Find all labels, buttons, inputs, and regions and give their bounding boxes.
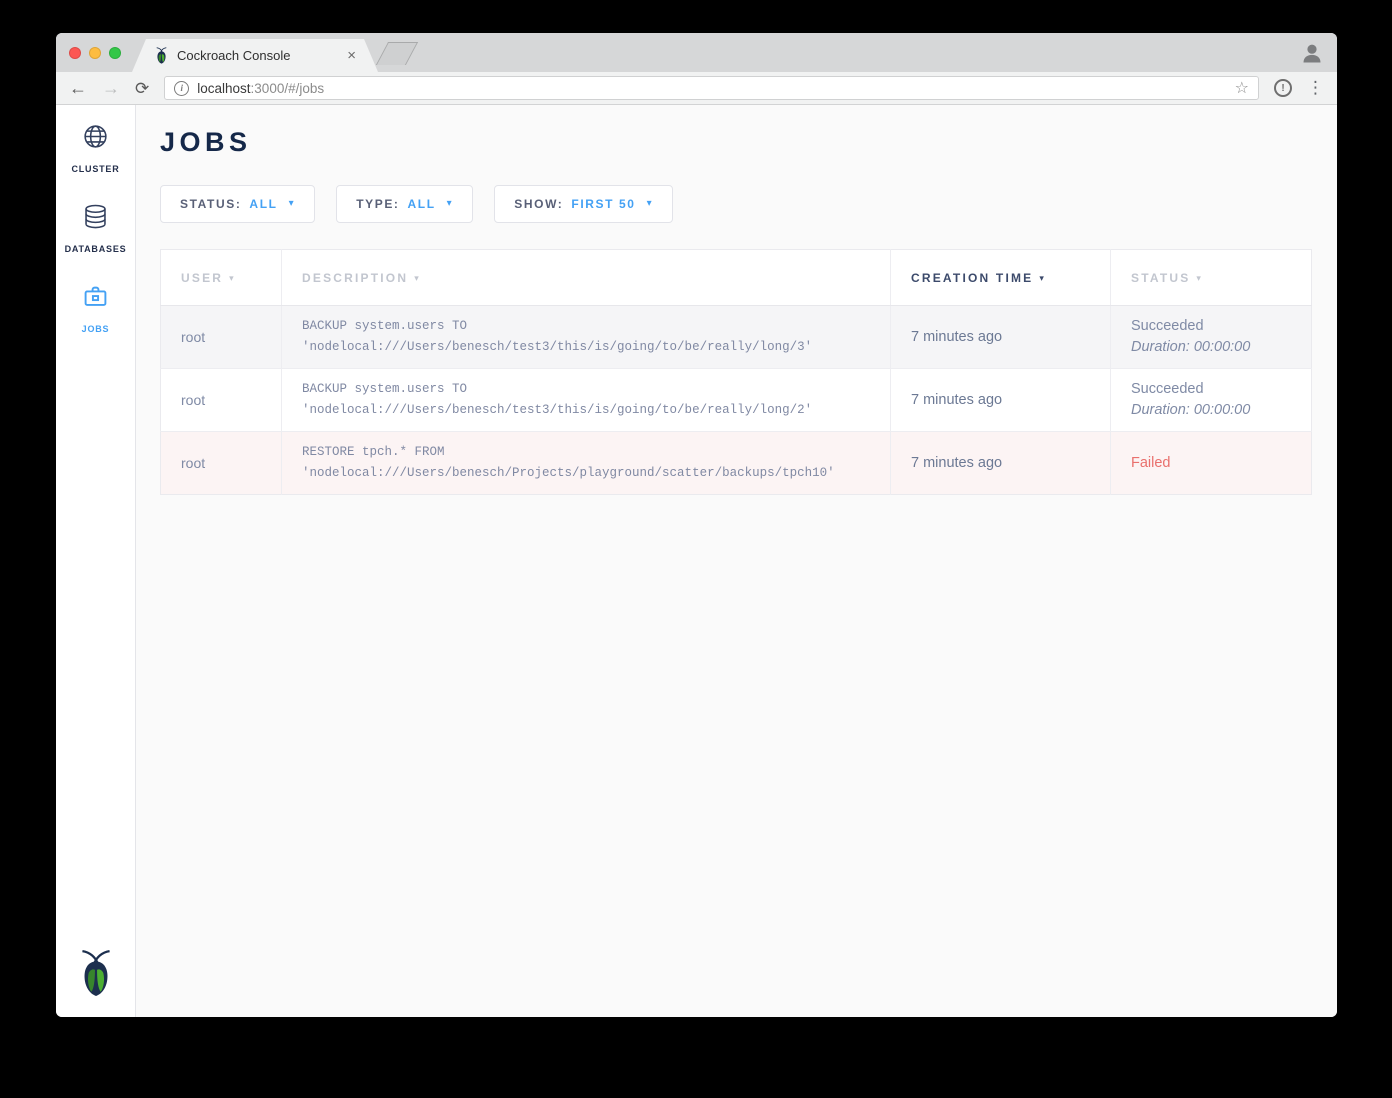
browser-menu-icon[interactable]: ⋮: [1307, 78, 1324, 98]
column-header-user[interactable]: USER▾: [161, 250, 282, 306]
job-creation-time: 7 minutes ago: [891, 306, 1111, 369]
close-tab-icon[interactable]: ×: [347, 48, 356, 63]
sidebar-item-label: JOBS: [82, 324, 110, 334]
column-header-description[interactable]: DESCRIPTION▾: [282, 250, 891, 306]
job-creation-time: 7 minutes ago: [891, 432, 1111, 495]
url-host: localhost: [197, 81, 250, 96]
status-label: Succeeded: [1131, 316, 1311, 337]
sidebar-item-cluster[interactable]: CLUSTER: [56, 123, 135, 203]
status-label: Failed: [1131, 453, 1311, 474]
briefcase-icon: [82, 283, 109, 315]
filter-value: FIRST 50: [571, 197, 635, 211]
job-description: BACKUP system.users TO 'nodelocal:///Use…: [282, 306, 891, 369]
sort-arrow-icon: ▾: [414, 273, 421, 283]
url-path: :3000/#/jobs: [251, 81, 325, 96]
extension-icon[interactable]: !: [1274, 79, 1292, 97]
chevron-down-icon: ▾: [289, 198, 296, 209]
status-label: Succeeded: [1131, 379, 1311, 400]
cockroach-logo-icon: [77, 949, 115, 1002]
column-header-creation-time[interactable]: CREATION TIME▾: [891, 250, 1111, 306]
job-status: Succeeded Duration: 00:00:00: [1111, 306, 1312, 369]
table-row: root BACKUP system.users TO 'nodelocal:/…: [161, 369, 1312, 432]
forward-icon: →: [102, 79, 120, 97]
sidebar: CLUSTER DATABASES: [56, 105, 136, 1017]
browser-toolbar: ← → ⟳ i localhost:3000/#/jobs ☆ ! ⋮: [56, 72, 1337, 105]
sort-arrow-icon: ▾: [1039, 273, 1046, 283]
tab-title: Cockroach Console: [177, 48, 339, 63]
sidebar-item-label: CLUSTER: [71, 164, 119, 174]
show-filter-dropdown[interactable]: SHOW: FIRST 50 ▾: [494, 185, 673, 223]
minimize-window-button[interactable]: [89, 47, 101, 59]
page-info-icon[interactable]: i: [174, 81, 189, 96]
job-user: root: [161, 432, 282, 495]
globe-icon: [82, 123, 109, 155]
column-header-status[interactable]: STATUS▾: [1111, 250, 1312, 306]
filter-value: ALL: [249, 197, 277, 211]
job-status: Succeeded Duration: 00:00:00: [1111, 369, 1312, 432]
zoom-window-button[interactable]: [109, 47, 121, 59]
sidebar-item-label: DATABASES: [65, 244, 127, 254]
sidebar-item-jobs[interactable]: JOBS: [56, 283, 135, 363]
chevron-down-icon: ▾: [647, 198, 654, 209]
filter-value: ALL: [408, 197, 436, 211]
sidebar-item-databases[interactable]: DATABASES: [56, 203, 135, 283]
filter-label: TYPE:: [356, 197, 399, 211]
chevron-down-icon: ▾: [447, 198, 454, 209]
browser-window: Cockroach Console × ← → ⟳ i localhost:30…: [56, 33, 1337, 1017]
page-title: JOBS: [160, 127, 1311, 158]
reload-icon[interactable]: ⟳: [135, 80, 149, 97]
tab-strip: Cockroach Console ×: [56, 33, 1337, 72]
type-filter-dropdown[interactable]: TYPE: ALL ▾: [336, 185, 473, 223]
close-window-button[interactable]: [69, 47, 81, 59]
favicon-cockroach-icon: [154, 47, 169, 64]
job-creation-time: 7 minutes ago: [891, 369, 1111, 432]
sort-arrow-icon: ▾: [1196, 273, 1203, 283]
traffic-lights: [69, 47, 121, 59]
job-description: BACKUP system.users TO 'nodelocal:///Use…: [282, 369, 891, 432]
job-user: root: [161, 306, 282, 369]
profile-avatar-icon[interactable]: [1300, 41, 1324, 65]
job-description: RESTORE tpch.* FROM 'nodelocal:///Users/…: [282, 432, 891, 495]
filter-bar: STATUS: ALL ▾ TYPE: ALL ▾ SHOW: FIRST 50…: [160, 185, 1311, 223]
jobs-page: JOBS STATUS: ALL ▾ TYPE: ALL ▾ SHOW: FIR…: [136, 105, 1337, 1017]
job-user: root: [161, 369, 282, 432]
back-icon[interactable]: ←: [69, 79, 87, 97]
table-row: root BACKUP system.users TO 'nodelocal:/…: [161, 306, 1312, 369]
filter-label: STATUS:: [180, 197, 241, 211]
table-header-row: USER▾ DESCRIPTION▾ CREATION TIME▾ STATUS…: [161, 250, 1312, 306]
status-duration: Duration: 00:00:00: [1131, 400, 1311, 421]
filter-label: SHOW:: [514, 197, 563, 211]
bookmark-star-icon[interactable]: ☆: [1235, 78, 1249, 98]
browser-tab[interactable]: Cockroach Console ×: [132, 39, 378, 72]
url-bar[interactable]: i localhost:3000/#/jobs ☆: [164, 76, 1259, 100]
status-duration: Duration: 00:00:00: [1131, 337, 1311, 358]
database-icon: [82, 203, 109, 235]
new-tab-button[interactable]: [376, 42, 418, 65]
table-row: root RESTORE tpch.* FROM 'nodelocal:///U…: [161, 432, 1312, 495]
sort-arrow-icon: ▾: [229, 273, 236, 283]
job-status: Failed: [1111, 432, 1312, 495]
app-content: CLUSTER DATABASES: [56, 105, 1337, 1017]
url-text[interactable]: localhost:3000/#/jobs: [197, 81, 1226, 96]
jobs-table: USER▾ DESCRIPTION▾ CREATION TIME▾ STATUS…: [160, 249, 1312, 495]
status-filter-dropdown[interactable]: STATUS: ALL ▾: [160, 185, 315, 223]
